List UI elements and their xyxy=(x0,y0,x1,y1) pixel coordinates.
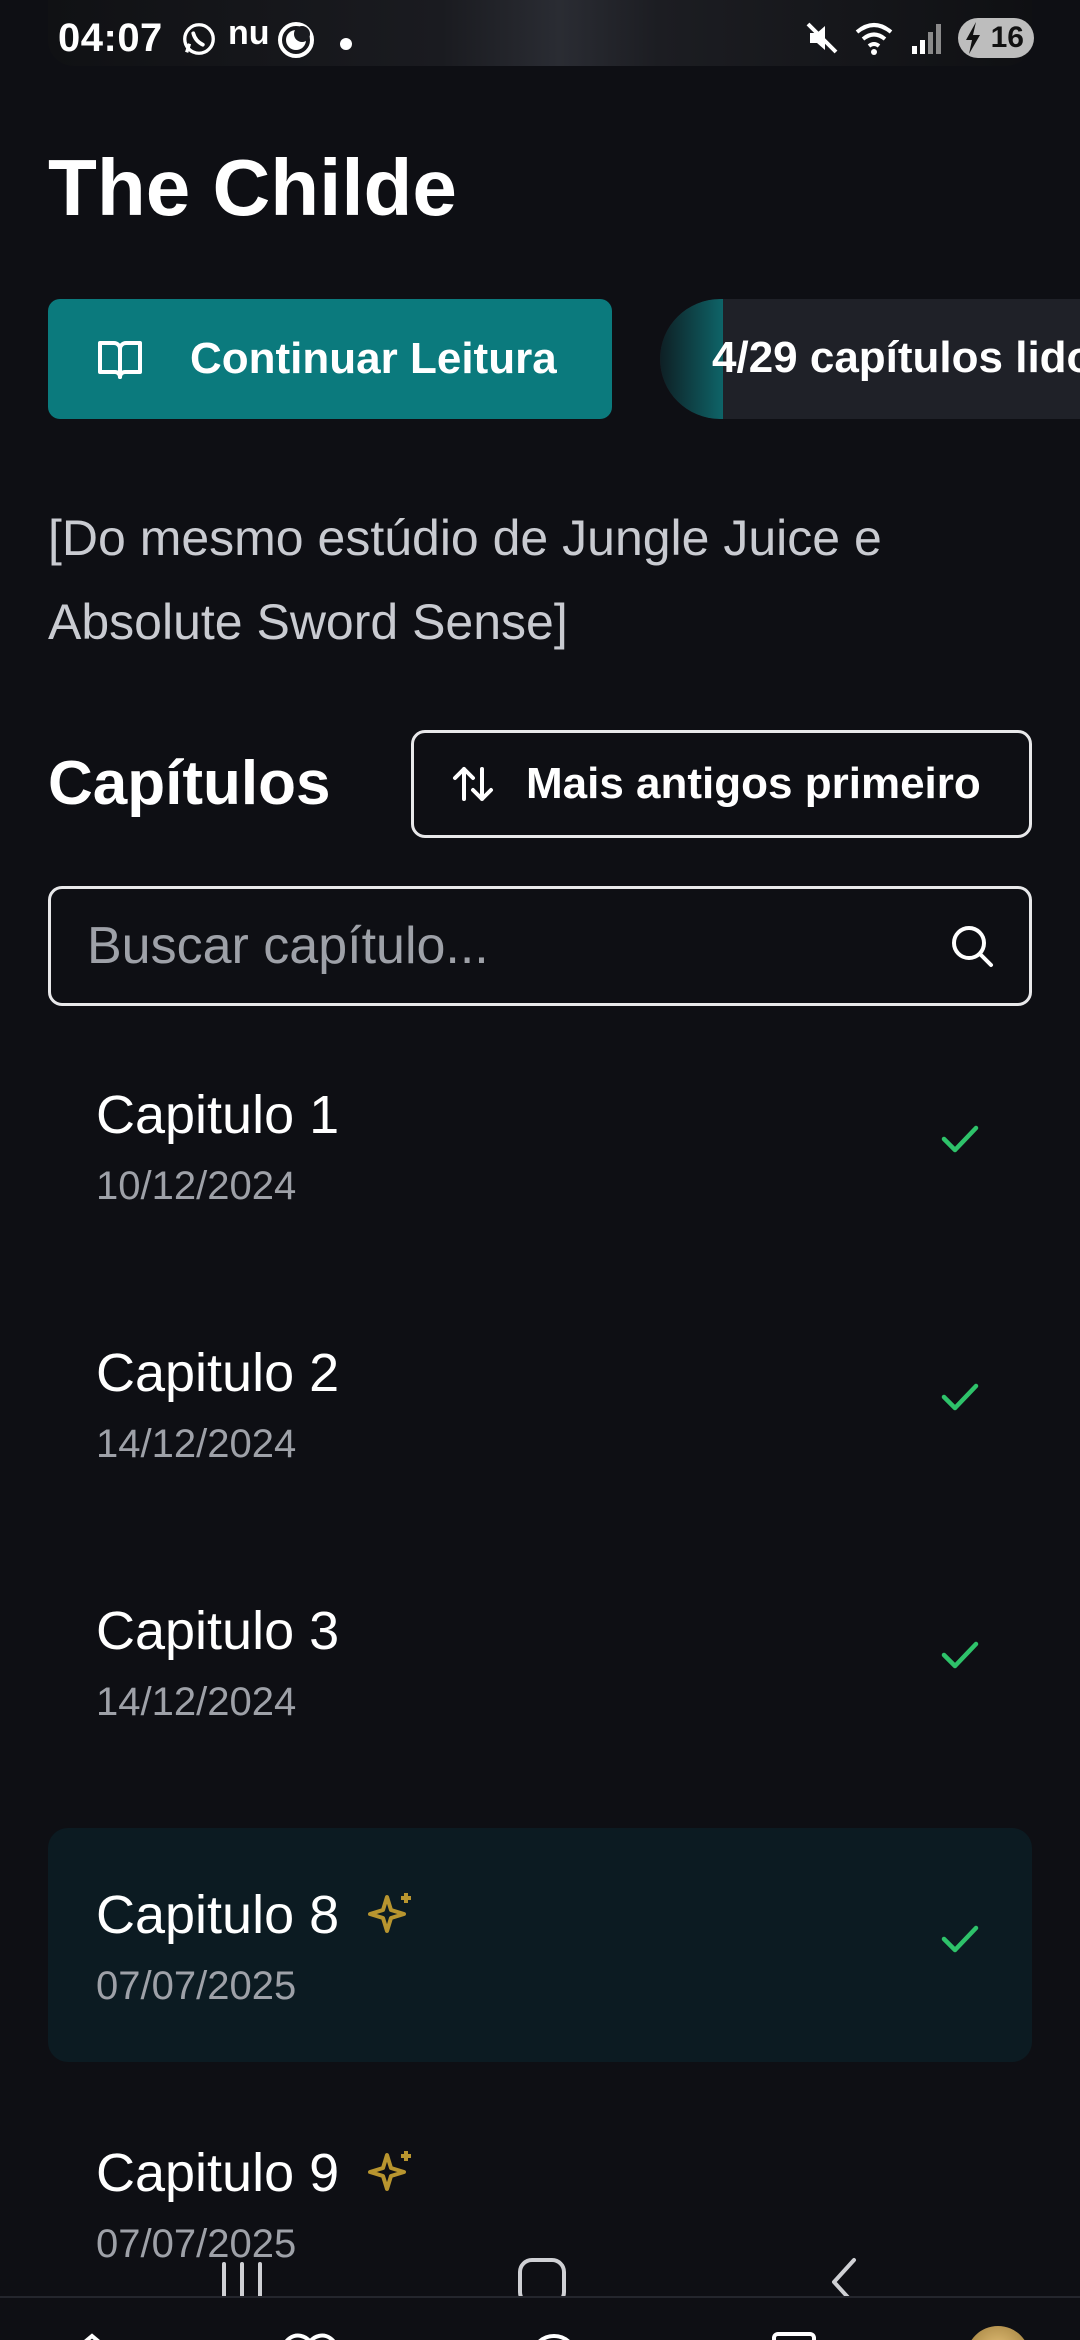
favorites-tab-icon[interactable] xyxy=(278,2326,342,2340)
read-check-icon xyxy=(941,1125,979,1153)
library-tab-icon[interactable] xyxy=(762,2326,826,2340)
chapter-title: Capitulo 2 xyxy=(96,1343,340,1403)
chapter-date: 10/12/2024 xyxy=(96,1164,297,1208)
moon-icon xyxy=(278,22,314,58)
reading-progress: 4/29 capítulos lidos xyxy=(660,299,1080,419)
read-check-icon xyxy=(941,1641,979,1669)
chapter-title-row: Capitulo 8 xyxy=(96,1884,417,1946)
sort-arrows-icon xyxy=(453,767,493,801)
notification-dot-icon xyxy=(340,38,352,50)
chapter-title-row: Capitulo 3 xyxy=(96,1600,339,1662)
sparkle-new-icon xyxy=(368,2151,412,2191)
continue-reading-button[interactable]: Continuar Leitura xyxy=(48,299,612,419)
whatsapp-icon xyxy=(183,23,215,55)
manga-title: The Childe xyxy=(48,143,457,232)
chapter-date: 07/07/2025 xyxy=(96,1964,297,2008)
read-check-icon xyxy=(941,1925,979,1953)
battery-indicator: 16 xyxy=(958,18,1034,58)
chapter-item-current[interactable]: Capitulo 8 07/07/2025 xyxy=(48,1828,1032,2062)
sort-order-button[interactable]: Mais antigos primeiro xyxy=(411,730,1032,838)
battery-level: 16 xyxy=(990,21,1024,54)
reading-progress-label: 4/29 capítulos lidos xyxy=(712,333,1080,382)
mute-icon xyxy=(806,22,838,54)
read-check-icon xyxy=(941,1383,979,1411)
chapter-title-row: Capitulo 2 xyxy=(96,1342,339,1404)
avatar[interactable] xyxy=(966,2326,1030,2340)
chapter-title-row: Capitulo 1 xyxy=(96,1084,339,1146)
chapter-item[interactable]: Capitulo 3 14/12/2024 xyxy=(48,1544,1032,1778)
sort-order-label: Mais antigos primeiro xyxy=(526,759,981,808)
signal-icon xyxy=(912,24,941,54)
chapters-heading: Capítulos xyxy=(48,749,331,818)
home-tab-icon[interactable] xyxy=(60,2326,124,2340)
chapter-date: 14/12/2024 xyxy=(96,1422,297,1466)
status-bar: 04:07 nu 16 xyxy=(0,0,1080,84)
manga-description: [Do mesmo estúdio de Jungle Juice e Abso… xyxy=(48,510,882,650)
continue-reading-label: Continuar Leitura xyxy=(190,334,557,383)
status-icons: 16 xyxy=(802,18,1034,58)
chapter-title: Capitulo 1 xyxy=(96,1085,340,1145)
search-icon[interactable] xyxy=(949,923,995,969)
chapter-item[interactable]: Capitulo 2 14/12/2024 xyxy=(48,1286,1032,1520)
chapter-title: Capitulo 8 xyxy=(96,1885,340,1945)
chapter-search-box xyxy=(48,886,1032,1006)
chapter-title: Capitulo 3 xyxy=(96,1601,340,1661)
wifi-icon xyxy=(855,23,893,55)
chapter-title: Capitulo 9 xyxy=(96,2143,340,2203)
charging-bolt-icon xyxy=(966,22,980,54)
sparkle-new-icon xyxy=(368,1893,412,1933)
chapter-item[interactable]: Capitulo 1 10/12/2024 xyxy=(48,1028,1032,1262)
explore-tab-icon[interactable] xyxy=(522,2326,586,2340)
bottom-tab-bar xyxy=(0,2296,1080,2340)
chapter-title-row: Capitulo 9 xyxy=(96,2142,417,2204)
book-open-icon xyxy=(98,341,142,379)
status-time: 04:07 xyxy=(58,16,163,60)
chapter-date: 14/12/2024 xyxy=(96,1680,297,1724)
nubank-icon: nu xyxy=(228,14,270,52)
chapter-search-input[interactable] xyxy=(87,889,927,1003)
